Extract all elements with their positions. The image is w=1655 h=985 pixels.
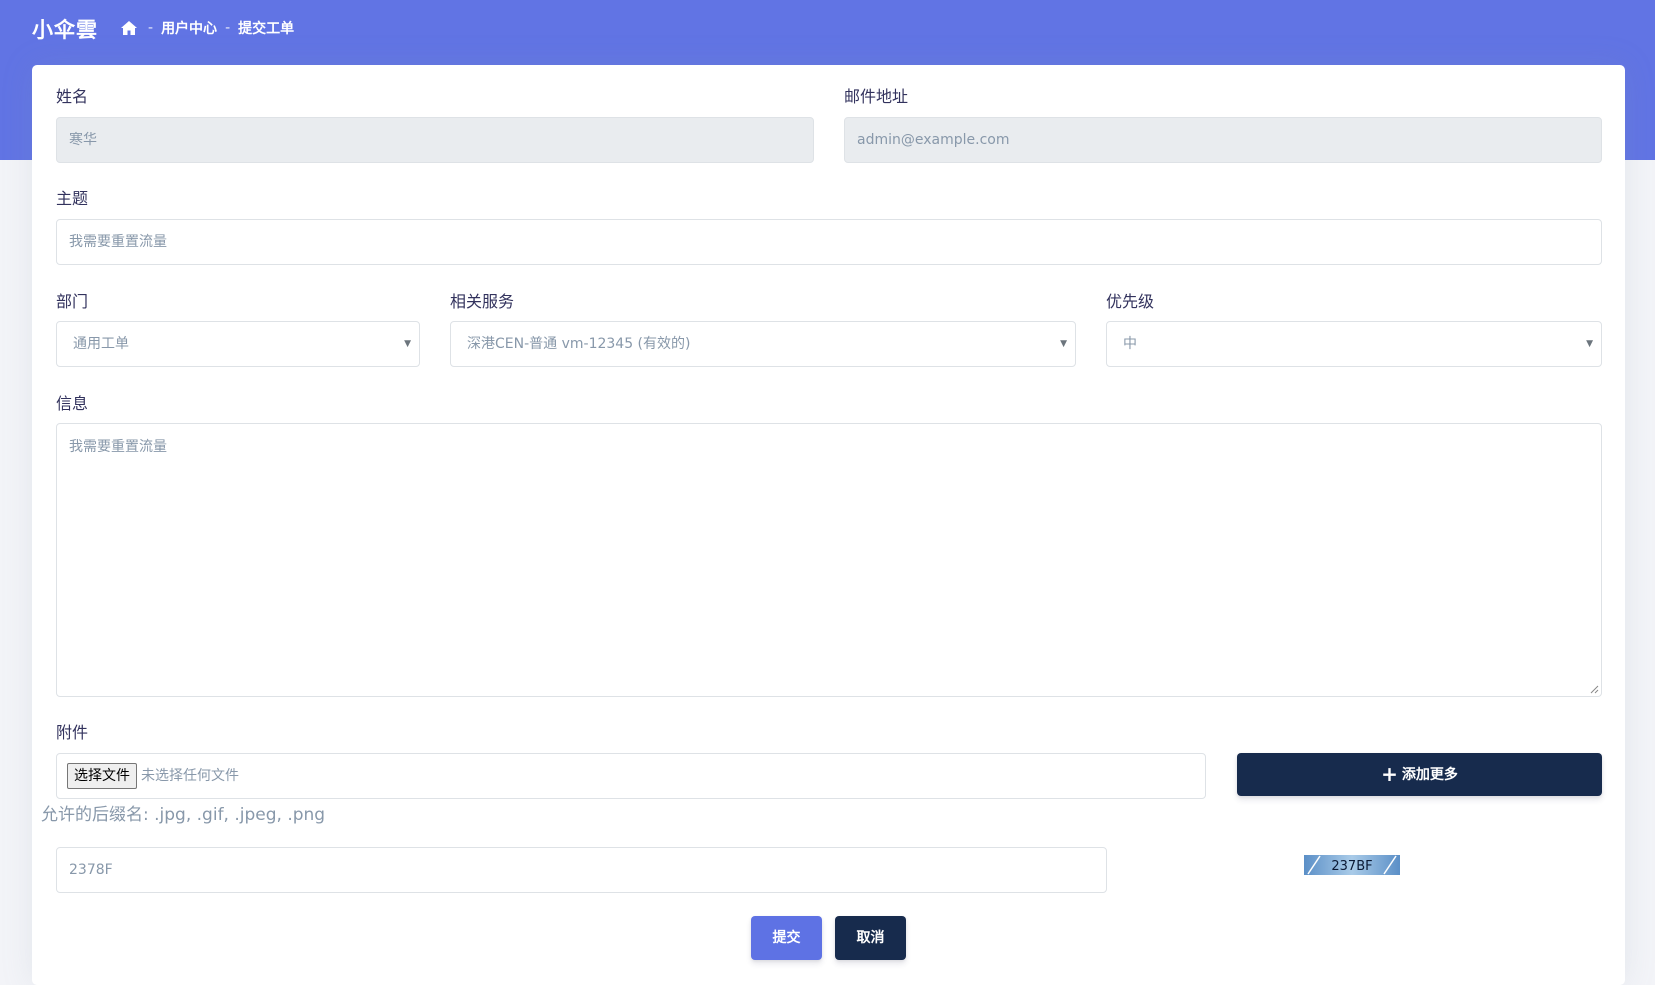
- add-more-label: 添加更多: [1401, 767, 1458, 783]
- resize-grip-icon[interactable]: [1589, 684, 1599, 694]
- ticket-form-card: 姓名 寒华 邮件地址 admin@example.com 主题 我需要重置流量 …: [32, 65, 1625, 985]
- service-select[interactable]: 深港CEN-普通 vm-12345 (有效的) ▼: [450, 321, 1076, 367]
- plus-icon: +: [1381, 762, 1398, 786]
- chevron-down-icon: ▼: [404, 339, 411, 349]
- priority-value: 中: [1123, 336, 1137, 352]
- priority-select[interactable]: 中 ▼: [1106, 321, 1602, 367]
- email-label: 邮件地址: [844, 87, 909, 106]
- captcha-text: 237BF: [1331, 859, 1372, 874]
- add-more-button[interactable]: + 添加更多: [1237, 753, 1602, 796]
- department-label: 部门: [56, 292, 89, 311]
- message-text: 我需要重置流量: [69, 439, 167, 455]
- captcha-input[interactable]: 2378F: [56, 847, 1107, 893]
- file-status-text: 未选择任何文件: [141, 768, 239, 784]
- service-label: 相关服务: [450, 292, 515, 311]
- captcha-image[interactable]: 237BF: [1304, 855, 1400, 875]
- choose-file-button[interactable]: 选择文件: [67, 763, 137, 789]
- breadcrumb-separator: -: [225, 20, 231, 36]
- email-field[interactable]: admin@example.com: [844, 117, 1602, 163]
- breadcrumb-separator: -: [148, 20, 154, 36]
- subject-label: 主题: [56, 189, 89, 208]
- service-value: 深港CEN-普通 vm-12345 (有效的): [467, 336, 691, 352]
- department-value: 通用工单: [73, 336, 129, 352]
- department-select[interactable]: 通用工单 ▼: [56, 321, 420, 367]
- file-input[interactable]: 选择文件 未选择任何文件: [56, 753, 1206, 799]
- name-field[interactable]: 寒华: [56, 117, 814, 163]
- attachment-label: 附件: [56, 723, 89, 742]
- home-icon[interactable]: [120, 20, 138, 36]
- subject-input[interactable]: 我需要重置流量: [56, 219, 1602, 265]
- cancel-button[interactable]: 取消: [835, 916, 906, 960]
- message-label: 信息: [56, 394, 89, 413]
- breadcrumb-user-center[interactable]: 用户中心: [161, 18, 217, 38]
- allowed-extensions-hint: 允许的后缀名: .jpg, .gif, .jpeg, .png: [41, 805, 326, 825]
- name-label: 姓名: [56, 87, 89, 106]
- chevron-down-icon: ▼: [1060, 339, 1067, 349]
- brand-logo[interactable]: 小伞雲: [32, 14, 98, 44]
- chevron-down-icon: ▼: [1586, 339, 1593, 349]
- breadcrumb: - 用户中心 - 提交工单: [120, 18, 294, 38]
- submit-button[interactable]: 提交: [751, 916, 822, 960]
- message-textarea[interactable]: 我需要重置流量: [56, 423, 1602, 697]
- breadcrumb-submit-ticket: 提交工单: [238, 21, 295, 37]
- priority-label: 优先级: [1106, 292, 1155, 311]
